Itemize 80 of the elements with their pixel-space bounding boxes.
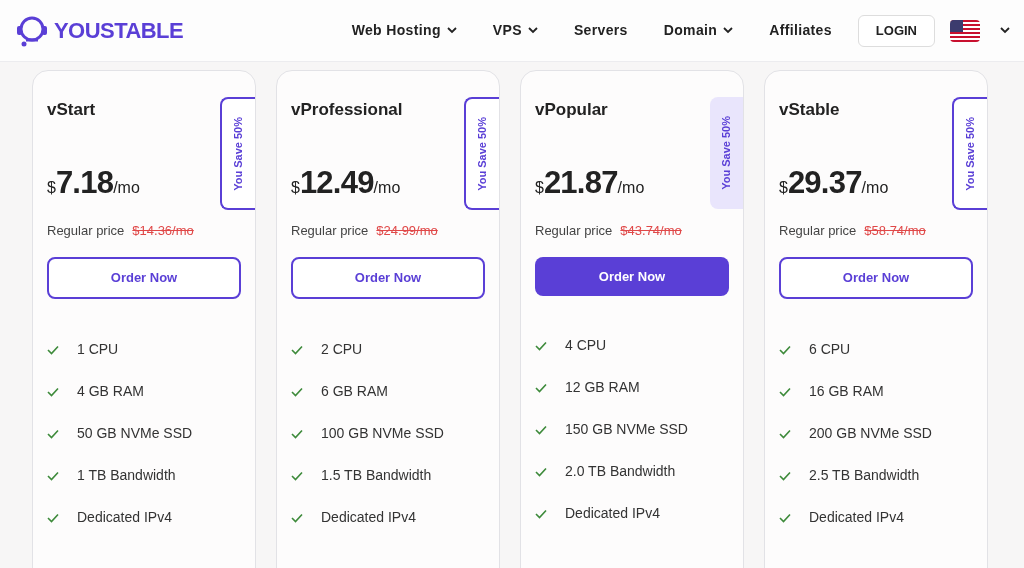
plan-price: 7.18 bbox=[55, 166, 114, 198]
nav-link[interactable]: Domain bbox=[663, 20, 734, 41]
check-icon bbox=[47, 344, 59, 355]
check-icon bbox=[291, 428, 303, 439]
feature-text: 12 GB RAM bbox=[565, 378, 640, 397]
check-icon bbox=[779, 386, 791, 397]
flag-icon[interactable] bbox=[950, 19, 980, 42]
regular-price-label: Regular price bbox=[535, 221, 613, 240]
feature-text: 200 GB NVMe SSD bbox=[809, 424, 932, 443]
feature-text: 4 GB RAM bbox=[77, 382, 144, 401]
login-button[interactable]: LOGIN bbox=[857, 14, 935, 47]
plan-price: 21.87 bbox=[543, 166, 618, 198]
currency-symbol: $ bbox=[47, 178, 56, 198]
currency-symbol: $ bbox=[779, 178, 788, 198]
feature-text: 2 CPU bbox=[321, 340, 363, 359]
check-icon bbox=[47, 470, 59, 481]
check-icon bbox=[779, 428, 791, 439]
chevron-down-icon bbox=[527, 27, 538, 34]
regular-price-label: Regular price bbox=[291, 221, 369, 240]
nav-link[interactable]: Affiliates bbox=[769, 20, 832, 41]
check-icon bbox=[47, 512, 59, 523]
check-icon bbox=[535, 508, 547, 519]
check-icon bbox=[291, 386, 303, 397]
chevron-down-icon bbox=[446, 27, 457, 34]
nav-link[interactable]: Servers bbox=[573, 20, 628, 41]
discount-badge: You Save 50% bbox=[710, 97, 743, 209]
price-period: /mo bbox=[861, 178, 889, 198]
nav-link[interactable]: Web Hosting bbox=[351, 20, 457, 41]
plan-price: 12.49 bbox=[299, 166, 374, 198]
order-button[interactable]: Order Now bbox=[535, 257, 729, 296]
feature-text: 1 CPU bbox=[77, 340, 119, 359]
feature-text: 150 GB NVMe SSD bbox=[565, 420, 688, 439]
feature-text: 1.5 TB Bandwidth bbox=[321, 466, 432, 485]
regular-price: $58.74/mo bbox=[864, 221, 926, 240]
feature-text: 1 TB Bandwidth bbox=[77, 466, 176, 485]
discount-badge: You Save 50% bbox=[220, 97, 255, 210]
check-icon bbox=[291, 512, 303, 523]
check-icon bbox=[47, 386, 59, 397]
order-button[interactable]: Order Now bbox=[779, 257, 973, 299]
feature-text: Dedicated IPv4 bbox=[321, 508, 416, 527]
feature-text: 100 GB NVMe SSD bbox=[321, 424, 444, 443]
discount-badge: You Save 50% bbox=[464, 97, 499, 210]
currency-symbol: $ bbox=[535, 178, 544, 198]
check-icon bbox=[291, 344, 303, 355]
price-period: /mo bbox=[373, 178, 401, 198]
regular-price-label: Regular price bbox=[779, 221, 857, 240]
check-icon bbox=[535, 466, 547, 477]
feature-text: 16 GB RAM bbox=[809, 382, 884, 401]
feature-text: 6 CPU bbox=[809, 340, 851, 359]
chevron-down-icon bbox=[723, 27, 734, 34]
check-icon bbox=[779, 512, 791, 523]
regular-price-label: Regular price bbox=[47, 221, 125, 240]
regular-price: $24.99/mo bbox=[376, 221, 438, 240]
price-period: /mo bbox=[113, 178, 140, 198]
check-icon bbox=[535, 424, 547, 435]
feature-text: Dedicated IPv4 bbox=[565, 504, 660, 523]
price-period: /mo bbox=[617, 178, 645, 198]
check-icon bbox=[291, 470, 303, 481]
feature-text: Dedicated IPv4 bbox=[809, 508, 904, 527]
chevron-down-icon bbox=[1000, 27, 1010, 34]
regular-price: $43.74/mo bbox=[620, 221, 682, 240]
order-button[interactable]: Order Now bbox=[291, 257, 485, 299]
feature-text: 2.0 TB Bandwidth bbox=[565, 462, 676, 481]
currency-symbol: $ bbox=[291, 178, 300, 198]
order-button[interactable]: Order Now bbox=[47, 257, 241, 299]
feature-text: 6 GB RAM bbox=[321, 382, 388, 401]
feature-text: 50 GB NVMe SSD bbox=[77, 424, 193, 443]
check-icon bbox=[535, 382, 547, 393]
discount-badge: You Save 50% bbox=[952, 97, 987, 210]
brand-name: YOUSTABLE bbox=[54, 17, 184, 45]
plan-price: 29.37 bbox=[787, 166, 862, 198]
check-icon bbox=[535, 340, 547, 351]
regular-price: $14.36/mo bbox=[132, 221, 194, 240]
check-icon bbox=[779, 470, 791, 481]
nav-link[interactable]: VPS bbox=[492, 20, 538, 41]
check-icon bbox=[779, 344, 791, 355]
check-icon bbox=[47, 428, 59, 439]
feature-text: 4 CPU bbox=[565, 336, 607, 355]
feature-text: Dedicated IPv4 bbox=[77, 508, 172, 527]
feature-text: 2.5 TB Bandwidth bbox=[809, 466, 920, 485]
